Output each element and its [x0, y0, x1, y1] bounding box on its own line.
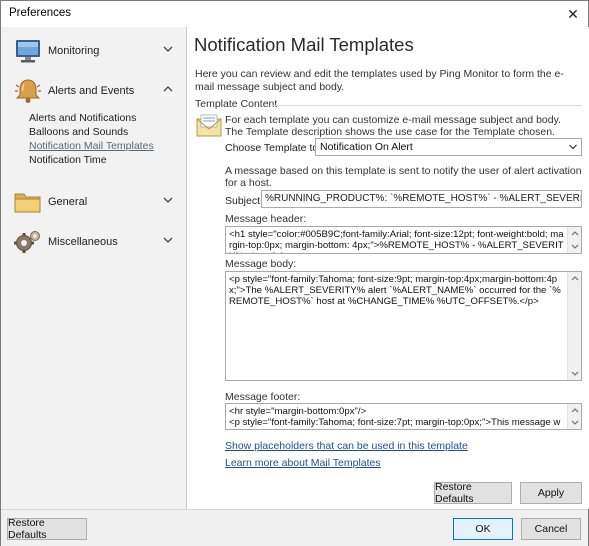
message-body-text: <p style="font-family:Tahoma; font-size:… [229, 274, 561, 307]
section-title: Template Content [195, 98, 278, 110]
gears-icon [14, 231, 40, 253]
dialog-footer: Restore Defaults OK Cancel [1, 509, 588, 546]
window-title: Preferences [9, 7, 72, 19]
chevron-down-icon[interactable] [161, 193, 175, 207]
sidebar-group-label: General [48, 196, 88, 208]
scroll-down-icon[interactable] [568, 241, 581, 253]
sidebar-item-notification-mail-templates[interactable]: Notification Mail Templates [29, 140, 154, 152]
sidebar-item-alerts-and-notifications[interactable]: Alerts and Notifications [29, 112, 136, 124]
sidebar-group-general[interactable]: General [1, 186, 187, 220]
template-description: For each template you can customize e-ma… [225, 114, 561, 138]
restore-defaults-button[interactable]: Restore Defaults [7, 517, 87, 541]
message-header-text: <h1 style="color:#005B9C;font-family:Ari… [229, 229, 564, 253]
template-info-text: A message based on this template is sent… [225, 165, 582, 189]
message-header-scrollbar[interactable] [567, 227, 581, 253]
scroll-up-icon[interactable] [568, 272, 581, 284]
mail-icon [196, 114, 222, 137]
sidebar-group-label: Miscellaneous [48, 236, 118, 248]
message-footer-label: Message footer: [225, 391, 301, 403]
close-icon[interactable]: ✕ [558, 1, 588, 27]
subject-input[interactable]: %RUNNING_PRODUCT%: `%REMOTE_HOST%` - %AL… [261, 190, 582, 208]
message-header-textarea[interactable]: <h1 style="color:#005B9C;font-family:Ari… [225, 226, 582, 254]
scroll-up-icon[interactable] [568, 227, 581, 239]
sidebar: Monitoring Alerts and Events Alerts and … [1, 27, 187, 509]
monitor-icon [16, 40, 40, 63]
message-header-label: Message header: [225, 213, 307, 225]
section-divider [272, 105, 582, 106]
restore-defaults-button-page[interactable]: Restore Defaults [434, 481, 512, 505]
scroll-down-icon[interactable] [568, 417, 581, 429]
scroll-up-icon[interactable] [568, 404, 581, 416]
message-footer-scrollbar[interactable] [567, 404, 581, 429]
template-select[interactable]: Notification On Alert [315, 138, 582, 156]
page-description: Here you can review and edit the templat… [195, 68, 564, 93]
sidebar-group-alerts-and-events[interactable]: Alerts and Events [1, 75, 187, 109]
message-footer-textarea[interactable]: <hr style="margin-bottom:0px"/> <p style… [225, 403, 582, 430]
sidebar-group-monitoring[interactable]: Monitoring [1, 35, 187, 69]
chevron-down-icon[interactable] [161, 42, 175, 56]
preferences-window: Preferences ✕ Monitoring Alerts and Even… [0, 0, 589, 546]
sidebar-group-miscellaneous[interactable]: Miscellaneous [1, 226, 187, 260]
message-body-scrollbar[interactable] [567, 272, 581, 380]
message-body-label: Message body: [225, 258, 297, 270]
apply-button[interactable]: Apply [520, 482, 582, 504]
message-footer-text: <hr style="margin-bottom:0px"/> <p style… [229, 406, 561, 429]
cancel-button[interactable]: Cancel [521, 518, 581, 540]
sidebar-item-balloons-and-sounds[interactable]: Balloons and Sounds [29, 126, 128, 138]
page-title: Notification Mail Templates [194, 34, 414, 55]
sidebar-group-label: Alerts and Events [48, 85, 135, 97]
template-select-value: Notification On Alert [320, 141, 413, 153]
chevron-down-icon[interactable] [565, 139, 581, 155]
chevron-up-icon[interactable] [161, 82, 175, 96]
ok-button[interactable]: OK [453, 518, 513, 540]
message-body-textarea[interactable]: <p style="font-family:Tahoma; font-size:… [225, 271, 582, 381]
sidebar-item-notification-time[interactable]: Notification Time [29, 154, 107, 166]
scroll-down-icon[interactable] [568, 368, 581, 380]
learn-more-link[interactable]: Learn more about Mail Templates [225, 457, 381, 469]
folder-icon [14, 193, 41, 213]
main-panel: Notification Mail Templates Here you can… [188, 27, 589, 509]
bell-icon [15, 79, 41, 103]
show-placeholders-link[interactable]: Show placeholders that can be used in th… [225, 440, 468, 452]
title-bar: Preferences ✕ [1, 1, 588, 27]
chevron-down-icon[interactable] [161, 233, 175, 247]
subject-label: Subject: [225, 195, 263, 207]
sidebar-group-label: Monitoring [48, 45, 100, 57]
